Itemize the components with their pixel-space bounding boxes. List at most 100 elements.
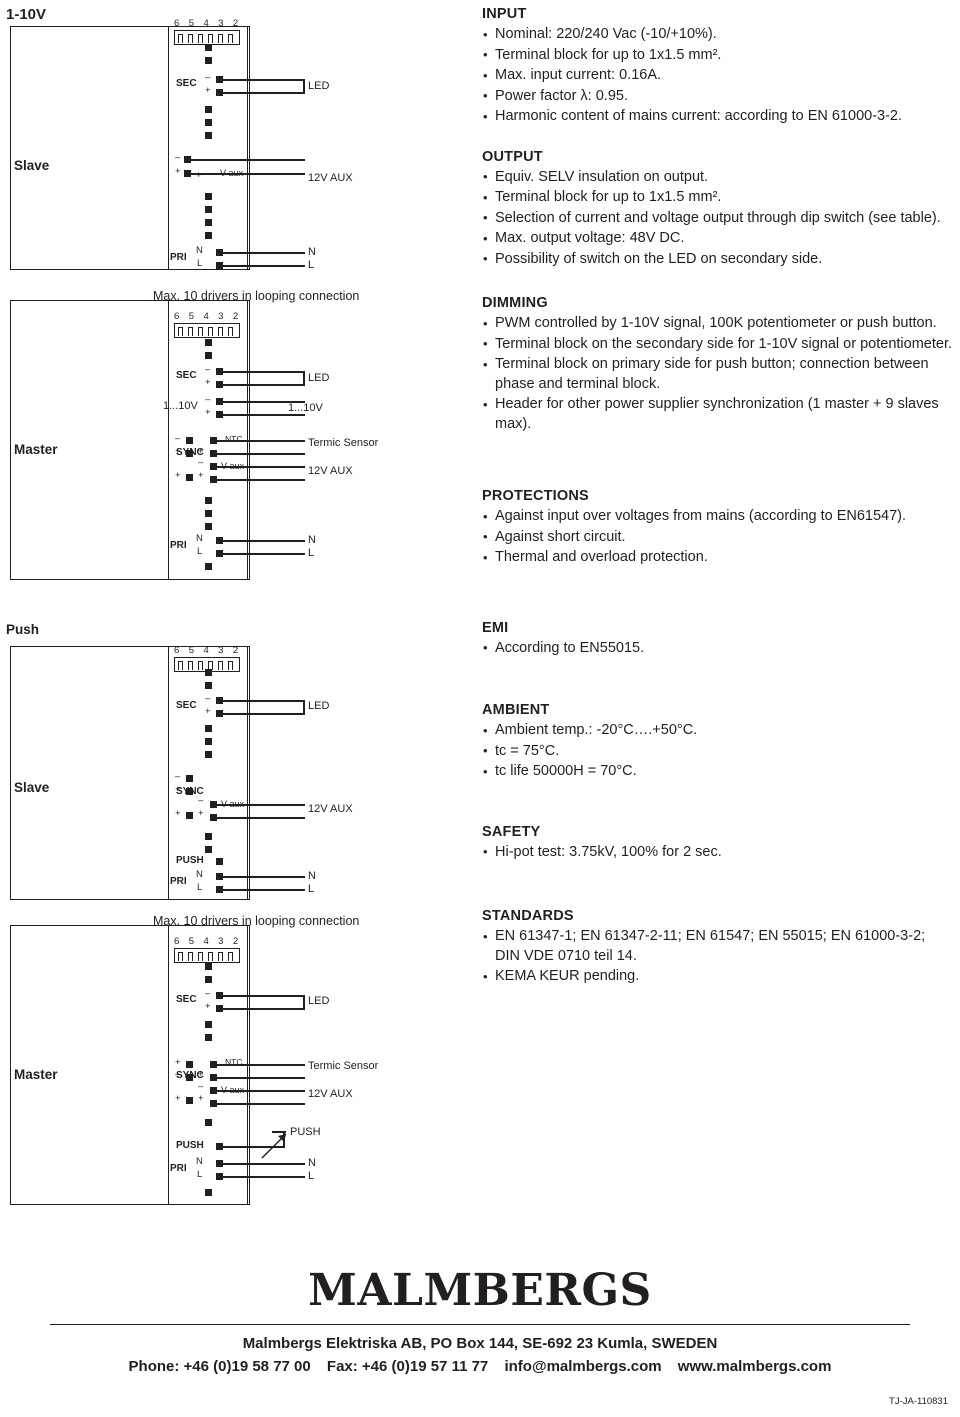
spec-title: EMI <box>482 619 509 636</box>
spec-item: Max. input current: 0.16A. <box>482 66 952 86</box>
master1-range-label: 1...10V <box>163 400 198 412</box>
master1-out-l: L <box>308 547 315 559</box>
master1-led-label: LED <box>308 372 330 384</box>
slave1-led-label: LED <box>308 80 330 92</box>
slave2-out-n: N <box>308 870 316 882</box>
spec-item: Terminal block for up to 1x1.5 mm². <box>482 45 952 66</box>
fax-text: Fax: +46 (0)19 57 11 77 <box>326 1358 489 1376</box>
master1-sec-plus: + <box>205 377 211 388</box>
spec-item: Nominal: 220/240 Vac (-10/+10%). <box>482 25 952 45</box>
spec-item: Max. output voltage: 48V DC. <box>482 229 952 249</box>
spec-section-output: OUTPUT Equiv. SELV insulation on output.… <box>482 149 952 270</box>
master2-sync-minus: – <box>175 1069 181 1080</box>
master1-aux-plus: + <box>198 470 204 481</box>
spec-title: AMBIENT <box>482 702 550 718</box>
master2-push-label: PUSH <box>176 1140 204 1151</box>
spec-section-protections: PROTECTIONS Against input over voltages … <box>482 488 952 568</box>
spec-title: STANDARDS <box>482 908 574 924</box>
spec-item: Terminal block on primary side for push … <box>482 355 952 394</box>
master1-range-plus: + <box>205 407 211 418</box>
spec-item: Thermal and overload protection. <box>482 548 952 568</box>
master2-push-out-label: PUSH <box>290 1126 321 1138</box>
master1-sec-minus: – <box>205 364 211 375</box>
slave2-vaux-plus: + <box>175 808 181 819</box>
master2-label: Master <box>14 1067 58 1082</box>
slave1-vaux-plus2: + <box>196 170 202 181</box>
slave2-push-label: PUSH <box>176 855 204 866</box>
master2-sec-label: SEC <box>176 994 197 1005</box>
master2-12vaux-label: 12V AUX <box>308 1088 353 1100</box>
slave2-sync-plus: + <box>175 784 181 795</box>
spec-items: Nominal: 220/240 Vac (-10/+10%). Termina… <box>482 25 952 127</box>
slave1-pri-label: PRI <box>170 252 187 263</box>
page-title: 1-10V <box>6 6 47 23</box>
master1-ntc-minus: – <box>198 457 204 468</box>
spec-title: SAFETY <box>482 823 541 840</box>
master2-pri-label: PRI <box>170 1163 187 1174</box>
spec-item: Ambient temp.: -20°C….+50°C. <box>482 721 952 741</box>
spec-items: Equiv. SELV insulation on output. Termin… <box>482 167 952 270</box>
slave1-sec-minus: – <box>205 72 211 83</box>
spec-items: Against input over voltages from mains (… <box>482 507 952 568</box>
spec-title: INPUT <box>482 6 527 22</box>
spec-item: Power factor λ: 0.95. <box>482 86 952 107</box>
slave2-aux-minus: – <box>198 795 204 806</box>
footer: MALMBERGS Malmbergs Elektriska AB, PO Bo… <box>0 1265 960 1375</box>
master1-out-range: 1...10V <box>288 402 323 414</box>
slave2-pri-l: L <box>197 882 203 893</box>
spec-item: PWM controlled by 1-10V signal, 100K pot… <box>482 314 952 334</box>
slave1-label: Slave <box>14 158 50 173</box>
master1-pri-n: N <box>196 533 203 544</box>
specifications: INPUT Nominal: 220/240 Vac (-10/+10%). T… <box>482 6 952 1001</box>
spec-item: Terminal block on the secondary side for… <box>482 334 952 355</box>
slave1-out-l: L <box>308 259 315 271</box>
slave1-pri-n: N <box>196 245 203 256</box>
slave2-12vaux-label: 12V AUX <box>308 803 353 815</box>
contact-line: Phone: +46 (0)19 58 77 00 Fax: +46 (0)19… <box>0 1358 960 1375</box>
slave2-aux-plus: + <box>198 808 204 819</box>
spec-items: Hi-pot test: 3.75kV, 100% for 2 sec. <box>482 842 952 863</box>
master1-range-minus: – <box>205 394 211 405</box>
master2-termic-label: Termic Sensor <box>308 1060 379 1072</box>
document-id: TJ-JA-110831 <box>889 1396 948 1407</box>
master1-sec-label: SEC <box>176 370 197 381</box>
spec-item: tc = 75°C. <box>482 741 952 762</box>
master2-out-l: L <box>308 1170 315 1182</box>
push-sec-minus: – <box>205 693 211 704</box>
spec-items: PWM controlled by 1-10V signal, 100K pot… <box>482 314 952 434</box>
slave1-sec-plus: + <box>205 85 211 96</box>
master1-12vaux-label: 12V AUX <box>308 465 353 477</box>
master2-led-label: LED <box>308 995 330 1007</box>
page: 1-10V Slave 6 5 4 3 2 1 SEC – + LED <box>0 0 960 1417</box>
spec-section-ambient: AMBIENT Ambient temp.: -20°C….+50°C. tc … <box>482 702 952 782</box>
master1-out-n: N <box>308 534 316 546</box>
master2-aux-plus: + <box>198 1093 204 1104</box>
push-sec-label: SEC <box>176 700 197 711</box>
master1-termic-label: Termic Sensor <box>308 437 379 449</box>
spec-item: Hi-pot test: 3.75kV, 100% for 2 sec. <box>482 842 952 863</box>
slave1-out-n: N <box>308 246 316 258</box>
slave2-out-l: L <box>308 883 315 895</box>
footer-divider <box>50 1324 910 1326</box>
spec-item: KEMA KEUR pending. <box>482 967 952 987</box>
master2-vaux-plus: + <box>175 1093 181 1104</box>
slave1-vaux-plus: + <box>175 166 181 177</box>
master1-sync-plus: + <box>175 446 181 457</box>
company-logo: MALMBERGS <box>308 1265 652 1316</box>
spec-title: DIMMING <box>482 295 548 311</box>
spec-section-safety: SAFETY Hi-pot test: 3.75kV, 100% for 2 s… <box>482 824 952 863</box>
push-arrow-icon <box>261 1133 287 1159</box>
website-link[interactable]: www.malmbergs.com <box>678 1358 832 1375</box>
email-link[interactable]: info@malmbergs.com <box>504 1358 661 1375</box>
push-led-label: LED <box>308 700 330 712</box>
master1-pri-l: L <box>197 546 203 557</box>
master2-sec-plus: + <box>205 1001 211 1012</box>
push-label: Push <box>6 622 40 637</box>
spec-item: Equiv. SELV insulation on output. <box>482 167 952 188</box>
slave2-pri-n: N <box>196 869 203 880</box>
spec-item: Against short circuit. <box>482 527 952 548</box>
slave1-pri-l: L <box>197 258 203 269</box>
slave1-vaux-minus: – <box>175 152 181 163</box>
master1-label: Master <box>14 442 58 457</box>
spec-item: Harmonic content of mains current: accor… <box>482 107 952 127</box>
